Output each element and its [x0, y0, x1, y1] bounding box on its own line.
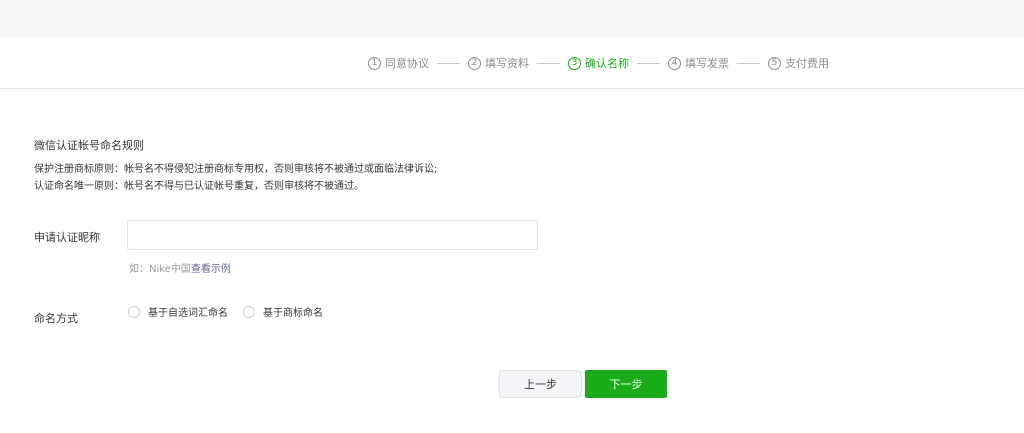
step-3-number: 3 — [568, 56, 581, 70]
rules-title: 微信认证帐号命名规则 — [34, 139, 144, 152]
step-1-label: 同意协议 — [385, 57, 429, 70]
step-divider — [637, 62, 660, 64]
top-band — [0, 0, 1024, 38]
radio-circle-icon[interactable] — [243, 305, 255, 318]
step-5: 5 支付费用 — [768, 55, 829, 71]
radio-custom-words-label: 基于自选词汇命名 — [148, 308, 228, 319]
nickname-input[interactable] — [127, 220, 538, 250]
step-5-number: 5 — [768, 56, 781, 70]
step-4-label: 填写发票 — [685, 57, 729, 70]
radio-circle-icon[interactable] — [128, 305, 140, 318]
step-divider — [737, 62, 760, 64]
next-step-button[interactable]: 下一步 — [585, 370, 667, 398]
step-divider — [537, 62, 560, 64]
rule-unique: 认证命名唯一原则：帐号名不得与已认证帐号重复，否则审核将不被通过。 — [34, 181, 364, 192]
radio-trademark-label: 基于商标命名 — [263, 308, 323, 319]
nickname-label: 申请认证昵称 — [34, 231, 100, 244]
rule-trademark: 保护注册商标原则：帐号名不得侵犯注册商标专用权，否则审核将不被通过或面临法律诉讼… — [34, 164, 438, 175]
step-1: 1 同意协议 — [368, 55, 429, 71]
nickname-hint-text: 如：Nike中国 — [129, 264, 191, 275]
naming-method-label: 命名方式 — [34, 312, 78, 325]
radio-custom-words[interactable]: 基于自选词汇命名 — [128, 304, 228, 319]
naming-method-radio-group: 基于自选词汇命名 基于商标命名 — [128, 304, 338, 319]
form-card: 1 同意协议 2 填写资料 3 确认名称 4 填写发票 5 支付费用 微信认证帐… — [0, 38, 1024, 433]
nickname-hint: 如：Nike中国查看示例 — [129, 260, 231, 275]
step-5-label: 支付费用 — [785, 57, 829, 70]
step-2-label: 填写资料 — [485, 57, 529, 70]
step-1-number: 1 — [368, 56, 381, 70]
prev-step-button[interactable]: 上一步 — [499, 370, 582, 398]
step-2-number: 2 — [468, 56, 481, 70]
step-2: 2 填写资料 — [468, 55, 529, 71]
step-progress: 1 同意协议 2 填写资料 3 确认名称 4 填写发票 5 支付费用 — [0, 38, 1024, 89]
view-example-link[interactable]: 查看示例 — [191, 264, 231, 275]
radio-trademark[interactable]: 基于商标命名 — [243, 304, 323, 319]
step-4: 4 填写发票 — [668, 55, 729, 71]
step-divider — [437, 62, 460, 64]
step-4-number: 4 — [668, 56, 681, 70]
step-3-label: 确认名称 — [585, 57, 629, 70]
step-3: 3 确认名称 — [568, 55, 629, 71]
